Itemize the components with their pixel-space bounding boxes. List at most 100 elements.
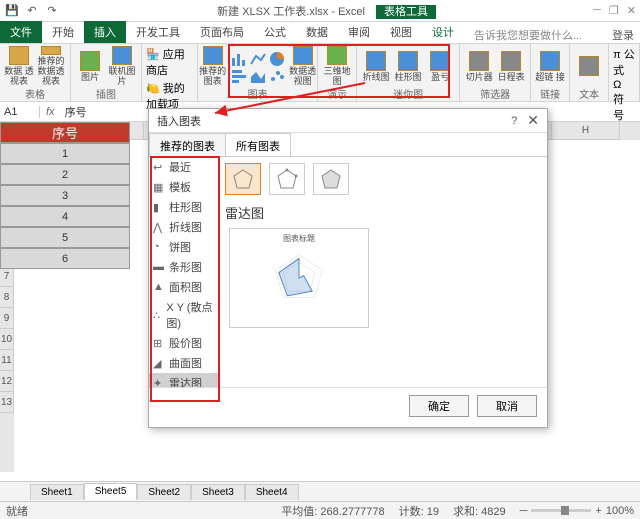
rowhead[interactable]: 13: [0, 392, 14, 413]
table-cell[interactable]: 6: [0, 248, 130, 269]
rowhead[interactable]: 11: [0, 350, 14, 371]
status-avg: 平均值: 268.2777778: [281, 503, 384, 519]
equation-button[interactable]: π 公式: [613, 46, 635, 78]
radar-subtype-1[interactable]: [225, 163, 261, 195]
tab-devtools[interactable]: 开发工具: [126, 21, 190, 43]
rowhead[interactable]: 8: [0, 287, 14, 308]
category-label: 股价图: [169, 335, 202, 351]
sheet-tab-Sheet2[interactable]: Sheet2: [137, 484, 191, 500]
dialog-tabs: 推荐的图表 所有图表: [149, 133, 547, 157]
close-icon[interactable]: ✕: [627, 4, 636, 17]
fx-icon[interactable]: fx: [40, 106, 61, 118]
radar-subtype-3[interactable]: [313, 163, 349, 195]
text-button[interactable]: [574, 46, 604, 86]
category-label: 模板: [169, 179, 191, 195]
chart-category-曲面图[interactable]: ◢曲面图: [149, 353, 218, 373]
tab-formulas[interactable]: 公式: [254, 21, 296, 43]
tab-layout[interactable]: 页面布局: [190, 21, 254, 43]
category-icon: ▲: [153, 281, 165, 293]
restore-icon[interactable]: ❐: [609, 4, 619, 17]
undo-icon[interactable]: ↶: [24, 3, 40, 19]
rowhead[interactable]: 7: [0, 266, 14, 287]
rowhead[interactable]: 12: [0, 371, 14, 392]
line-chart-button[interactable]: [249, 50, 269, 66]
ribbon-group-text: 文本: [570, 44, 609, 101]
save-icon[interactable]: 💾: [4, 3, 20, 19]
colhead-h[interactable]: H: [552, 122, 620, 140]
chart-category-饼图[interactable]: ◔饼图: [149, 237, 218, 257]
sheet-tabs: Sheet1Sheet5Sheet2Sheet3Sheet4: [0, 481, 640, 501]
picture-button[interactable]: 图片: [75, 46, 105, 86]
zoom-percent[interactable]: 100%: [606, 505, 634, 517]
chart-subtypes: [225, 163, 541, 195]
minimize-icon[interactable]: ─: [593, 4, 601, 17]
chart-category-X Y (散点图)[interactable]: ∴X Y (散点图): [149, 297, 218, 333]
tab-data[interactable]: 数据: [296, 21, 338, 43]
tab-design[interactable]: 设计: [422, 21, 464, 43]
spark-winloss-button[interactable]: 盈亏: [425, 46, 455, 86]
pivottable-button[interactable]: 数据 透视表: [4, 46, 34, 86]
spark-column-button[interactable]: 柱形图: [393, 46, 423, 86]
chart-category-股价图[interactable]: ⊞股价图: [149, 333, 218, 353]
table-header[interactable]: 序号: [0, 122, 130, 143]
store-button[interactable]: 🏪 应用商店: [146, 46, 193, 78]
chart-category-面积图[interactable]: ▲面积图: [149, 277, 218, 297]
tab-view[interactable]: 视图: [380, 21, 422, 43]
cancel-button[interactable]: 取消: [477, 395, 537, 417]
table-cell[interactable]: 1: [0, 143, 130, 164]
chart-preview[interactable]: 图表标题: [229, 228, 369, 328]
tab-recommended-charts[interactable]: 推荐的图表: [149, 133, 226, 156]
chart-type-title: 雷达图: [225, 203, 541, 222]
table-cell[interactable]: 4: [0, 206, 130, 227]
chart-category-折线图[interactable]: ⋀折线图: [149, 217, 218, 237]
doc-name: 新建 XLSX 工作表.xlsx - Excel: [217, 6, 365, 18]
chart-category-模板[interactable]: ▦模板: [149, 177, 218, 197]
zoom-out-icon[interactable]: ─: [520, 505, 528, 517]
tab-review[interactable]: 审阅: [338, 21, 380, 43]
login-link[interactable]: 登录: [612, 27, 634, 43]
online-picture-button[interactable]: 联机图片: [107, 46, 137, 86]
chart-category-条形图[interactable]: ▬条形图: [149, 257, 218, 277]
redo-icon[interactable]: ↷: [44, 3, 60, 19]
tab-file[interactable]: 文件: [0, 21, 42, 43]
category-icon: ◢: [153, 357, 165, 369]
sheet-tab-Sheet4[interactable]: Sheet4: [245, 484, 299, 500]
radar-subtype-2[interactable]: [269, 163, 305, 195]
table-cell[interactable]: 2: [0, 164, 130, 185]
chart-category-最近[interactable]: ↩最近: [149, 157, 218, 177]
ribbon-group-illustrations: 图片 联机图片 插图: [71, 44, 142, 101]
sheet-tab-Sheet3[interactable]: Sheet3: [191, 484, 245, 500]
column-chart-button[interactable]: [230, 50, 250, 66]
hyperlink-button[interactable]: 超链 接: [535, 46, 565, 86]
name-box[interactable]: A1: [0, 106, 40, 118]
table-cell[interactable]: 3: [0, 185, 130, 206]
symbol-button[interactable]: Ω 符号: [613, 79, 635, 123]
ok-button[interactable]: 确定: [409, 395, 469, 417]
timeline-button[interactable]: 日程表: [496, 46, 526, 86]
radar-preview-svg: [259, 243, 339, 313]
chart-category-雷达图[interactable]: ✦雷达图: [149, 373, 218, 387]
dialog-close-icon[interactable]: ✕: [527, 112, 539, 129]
ribbon-group-filters: 切片器 日程表 筛选器: [460, 44, 531, 101]
table-cell[interactable]: 5: [0, 227, 130, 248]
zoom-in-icon[interactable]: +: [595, 505, 601, 517]
pie-chart-button[interactable]: [268, 50, 288, 66]
sheet-tab-Sheet1[interactable]: Sheet1: [30, 484, 84, 500]
category-label: 条形图: [169, 259, 202, 275]
tab-all-charts[interactable]: 所有图表: [225, 133, 291, 156]
recommended-pivot-button[interactable]: 推荐的 数据透视表: [36, 46, 66, 86]
tab-home[interactable]: 开始: [42, 21, 84, 43]
tell-me-input[interactable]: 告诉我您想要做什么...: [474, 27, 582, 43]
rowhead[interactable]: 9: [0, 308, 14, 329]
tab-insert[interactable]: 插入: [84, 21, 126, 43]
chart-category-柱形图[interactable]: ▮柱形图: [149, 197, 218, 217]
category-label: 最近: [169, 159, 191, 175]
category-icon: ▮: [153, 201, 165, 213]
sheet-tab-Sheet5[interactable]: Sheet5: [84, 483, 138, 500]
zoom-control[interactable]: ─ + 100%: [520, 505, 634, 517]
rowhead[interactable]: 10: [0, 329, 14, 350]
dialog-help-icon[interactable]: ?: [511, 115, 517, 127]
data-column: 序号 1 2 3 4 5 6: [0, 122, 130, 269]
zoom-slider[interactable]: [531, 509, 591, 512]
slicer-button[interactable]: 切片器: [464, 46, 494, 86]
